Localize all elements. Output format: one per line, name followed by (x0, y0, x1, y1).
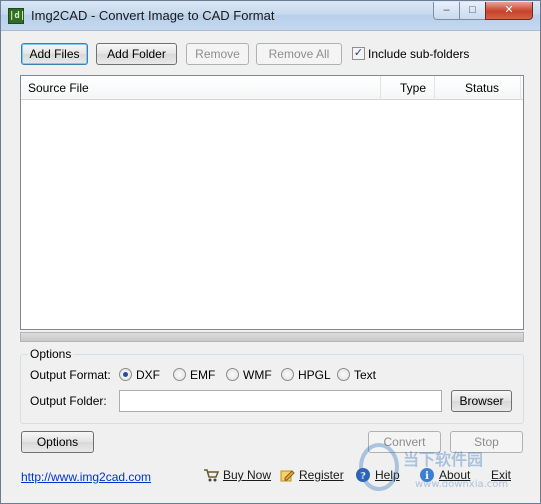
website-link[interactable]: http://www.img2cad.com (21, 470, 151, 484)
add-folder-button[interactable]: Add Folder (96, 43, 177, 65)
radio-emf-label[interactable]: EMF (190, 368, 215, 382)
help-icon: ? (355, 467, 371, 483)
column-header-source-file[interactable]: Source File (21, 76, 381, 100)
svg-text:?: ? (360, 471, 366, 482)
about-label[interactable]: About (439, 468, 470, 482)
remove-button[interactable]: Remove (186, 43, 249, 65)
radio-wmf[interactable] (226, 368, 239, 381)
remove-all-button[interactable]: Remove All (256, 43, 342, 65)
options-group-title: Options (28, 347, 74, 361)
radio-wmf-label[interactable]: WMF (243, 368, 272, 382)
include-subfolders-label: Include sub-folders (368, 46, 470, 61)
register-link[interactable]: Register (279, 467, 344, 487)
file-list-header: Source File Type Status (21, 76, 523, 100)
about-link[interactable]: i About (419, 467, 470, 487)
convert-button[interactable]: Convert (368, 431, 441, 453)
radio-text[interactable] (337, 368, 350, 381)
output-folder-label: Output Folder: (30, 394, 107, 408)
close-button[interactable]: ✕ (485, 2, 533, 20)
radio-dxf[interactable] (119, 368, 132, 381)
column-header-status[interactable]: Status (435, 76, 521, 100)
register-pencil-icon (279, 467, 295, 483)
main-window: |d| Img2CAD - Convert Image to CAD Forma… (0, 0, 541, 504)
include-subfolders-checkbox[interactable]: ✓ Include sub-folders (352, 46, 469, 62)
checkbox-check-icon[interactable]: ✓ (352, 47, 365, 61)
buy-now-link[interactable]: Buy Now (203, 467, 271, 487)
column-header-type[interactable]: Type (381, 76, 435, 100)
exit-link[interactable]: Exit (491, 467, 511, 487)
register-label[interactable]: Register (299, 468, 344, 482)
browser-button[interactable]: Browser (451, 390, 512, 412)
add-files-button[interactable]: Add Files (21, 43, 88, 65)
shopping-cart-icon (203, 467, 220, 483)
horizontal-scrollbar[interactable] (20, 332, 524, 342)
window-title: Img2CAD - Convert Image to CAD Format (31, 8, 275, 23)
about-info-icon: i (419, 467, 435, 483)
exit-label[interactable]: Exit (491, 468, 511, 482)
radio-emf[interactable] (173, 368, 186, 381)
app-icon: |d| (8, 8, 25, 24)
minimize-button[interactable]: – (433, 2, 460, 20)
options-group: Options (20, 347, 524, 424)
help-label[interactable]: Help (375, 468, 400, 482)
title-bar[interactable]: |d| Img2CAD - Convert Image to CAD Forma… (1, 1, 540, 31)
options-button[interactable]: Options (21, 431, 94, 453)
output-format-label: Output Format: (30, 368, 111, 382)
svg-text:i: i (425, 471, 429, 482)
radio-hpgl[interactable] (281, 368, 294, 381)
radio-text-label[interactable]: Text (354, 368, 376, 382)
buy-now-label[interactable]: Buy Now (223, 468, 271, 482)
output-folder-input[interactable] (119, 390, 442, 412)
file-list[interactable]: Source File Type Status (20, 75, 524, 330)
radio-dxf-label[interactable]: DXF (136, 368, 160, 382)
stop-button[interactable]: Stop (450, 431, 523, 453)
radio-hpgl-label[interactable]: HPGL (298, 368, 331, 382)
help-link[interactable]: ? Help (355, 467, 400, 487)
maximize-button[interactable]: □ (459, 2, 486, 20)
